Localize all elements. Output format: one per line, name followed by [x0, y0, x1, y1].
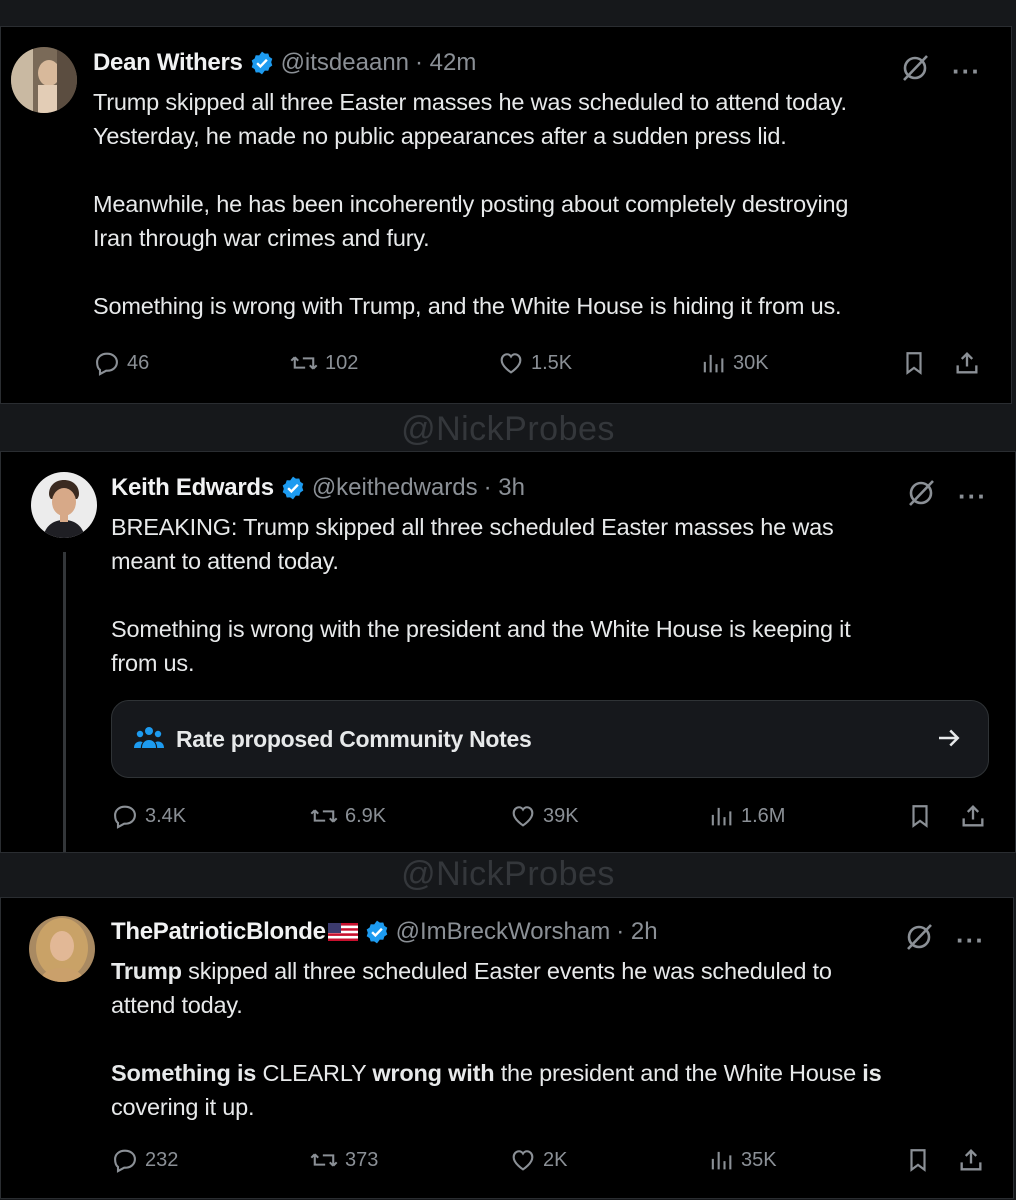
community-notes-button[interactable]: Rate proposed Community Notes — [111, 700, 989, 778]
like-button[interactable]: 39K — [509, 802, 579, 830]
tweet-text-line: Yesterday, he made no public appearances… — [93, 123, 787, 149]
reply-icon — [111, 802, 139, 830]
watermark: @NickProbes — [401, 410, 615, 448]
views-count: 1.6M — [741, 804, 786, 827]
more-icon[interactable]: ··· — [952, 58, 981, 84]
repost-count: 6.9K — [345, 804, 387, 827]
repost-button[interactable]: 6.9K — [309, 802, 386, 830]
share-button[interactable] — [957, 1146, 985, 1174]
share-icon — [957, 1146, 985, 1174]
community-notes-icon — [134, 724, 164, 755]
reply-count: 232 — [145, 1148, 179, 1171]
tweet-text-line: Something is CLEARLY wrong with the pres… — [111, 1060, 882, 1086]
more-icon[interactable]: ··· — [958, 483, 987, 509]
tweet-text-line: BREAKING: Trump skipped all three schedu… — [111, 514, 834, 540]
share-icon — [953, 349, 981, 377]
views-icon — [707, 802, 735, 830]
like-count: 2K — [543, 1148, 568, 1171]
tweet-text-line: Meanwhile, he has been incoherently post… — [93, 191, 849, 217]
like-count: 1.5K — [531, 351, 573, 374]
like-button[interactable]: 2K — [509, 1146, 567, 1174]
reply-count: 3.4K — [145, 804, 187, 827]
more-icon[interactable]: ··· — [956, 927, 985, 953]
share-button[interactable] — [959, 802, 987, 830]
grok-icon[interactable] — [904, 922, 934, 957]
reply-button[interactable]: 3.4K — [111, 802, 186, 830]
like-icon — [509, 1146, 537, 1174]
bookmark-icon — [907, 802, 933, 830]
views-icon — [699, 349, 727, 377]
display-name[interactable]: Dean Withers — [93, 49, 243, 77]
bookmark-icon — [905, 1146, 931, 1174]
views-count: 30K — [733, 351, 769, 374]
tweet-text-line: attend today. — [111, 992, 243, 1018]
repost-icon — [289, 349, 319, 377]
share-button[interactable] — [953, 349, 981, 377]
tweet-card-the-patriotic-blonde[interactable]: ThePatrioticBlonde @ImBreckWorsham · 2h … — [0, 897, 1014, 1199]
repost-count: 102 — [325, 351, 359, 374]
avatar[interactable] — [31, 472, 97, 538]
arrow-right-icon — [934, 723, 964, 758]
bookmark-button[interactable] — [901, 349, 927, 377]
repost-icon — [309, 1146, 339, 1174]
display-name[interactable]: Keith Edwards — [111, 474, 274, 502]
us-flag-icon — [327, 923, 358, 941]
views-button[interactable]: 35K — [707, 1146, 777, 1174]
like-count: 39K — [543, 804, 579, 827]
repost-button[interactable]: 373 — [309, 1146, 378, 1174]
repost-count: 373 — [345, 1148, 379, 1171]
thread-line — [63, 552, 66, 852]
tweet-text-line: Iran through war crimes and fury. — [93, 225, 430, 251]
repost-icon — [309, 802, 339, 830]
verified-badge-icon — [364, 919, 390, 945]
tweet-text-line: Trump skipped all three Easter masses he… — [93, 89, 847, 115]
share-icon — [959, 802, 987, 830]
like-icon — [497, 349, 525, 377]
timestamp[interactable]: · 42m — [415, 49, 476, 77]
handle[interactable]: @itsdeaann — [281, 49, 409, 77]
display-name[interactable]: ThePatrioticBlonde — [111, 918, 326, 946]
community-notes-label: Rate proposed Community Notes — [176, 725, 532, 752]
views-count: 35K — [741, 1148, 777, 1171]
tweet-card-dean-withers[interactable]: Dean Withers @itsdeaann · 42m ··· Trump … — [0, 26, 1012, 404]
tweet-text-line: Something is wrong with the president an… — [111, 616, 851, 642]
grok-icon[interactable] — [900, 53, 930, 88]
like-icon — [509, 802, 537, 830]
bookmark-icon — [901, 349, 927, 377]
watermark: @NickProbes — [401, 855, 615, 893]
reply-button[interactable]: 232 — [111, 1146, 178, 1174]
grok-icon[interactable] — [906, 478, 936, 513]
tweet-text-line: covering it up. — [111, 1094, 255, 1120]
like-button[interactable]: 1.5K — [497, 349, 572, 377]
tweet-card-keith-edwards[interactable]: Keith Edwards @keithedwards · 3h ··· BRE… — [0, 451, 1016, 853]
avatar[interactable] — [11, 47, 77, 113]
timestamp[interactable]: · 3h — [484, 474, 525, 502]
verified-badge-icon — [249, 50, 275, 76]
bookmark-button[interactable] — [907, 802, 933, 830]
views-button[interactable]: 1.6M — [707, 802, 785, 830]
avatar[interactable] — [29, 916, 95, 982]
handle[interactable]: @keithedwards — [312, 474, 478, 502]
tweet-text-line: Something is wrong with Trump, and the W… — [93, 293, 842, 319]
views-button[interactable]: 30K — [699, 349, 769, 377]
tweet-text-line: meant to attend today. — [111, 548, 339, 574]
tweet-text-line: from us. — [111, 650, 195, 676]
timestamp[interactable]: · 2h — [616, 918, 657, 946]
reply-count: 46 — [127, 351, 150, 374]
handle[interactable]: @ImBreckWorsham — [396, 918, 611, 946]
verified-badge-icon — [280, 475, 306, 501]
reply-icon — [111, 1146, 139, 1174]
bookmark-button[interactable] — [905, 1146, 931, 1174]
tweet-text-line: Trump skipped all three scheduled Easter… — [111, 958, 832, 984]
repost-button[interactable]: 102 — [289, 349, 358, 377]
reply-icon — [93, 349, 121, 377]
reply-button[interactable]: 46 — [93, 349, 149, 377]
views-icon — [707, 1146, 735, 1174]
